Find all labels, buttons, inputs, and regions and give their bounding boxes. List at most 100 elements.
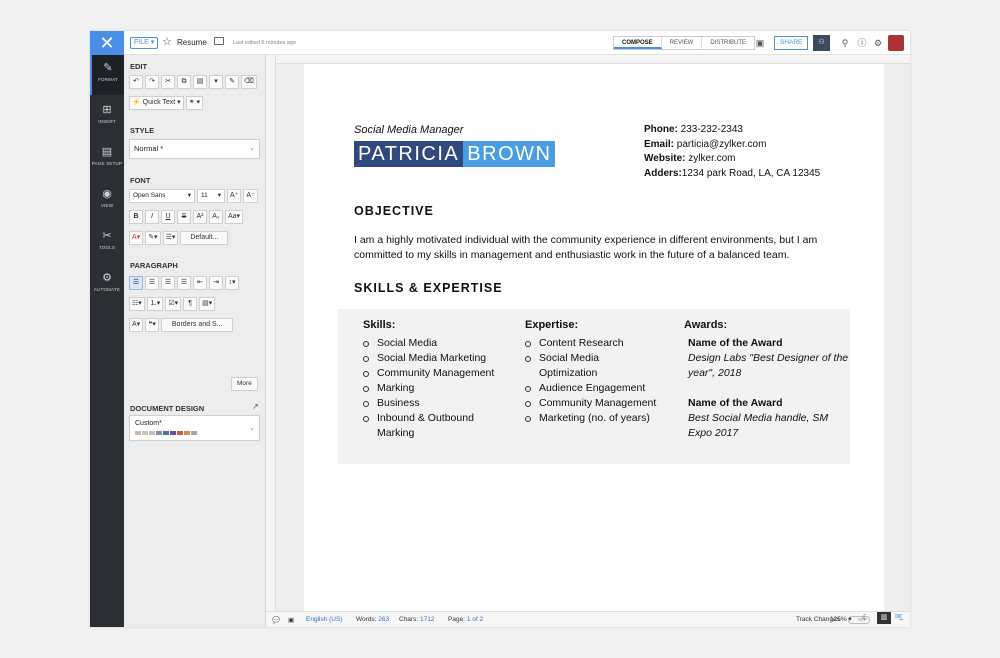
clear-format-icon[interactable]: ⌫	[241, 75, 257, 89]
night-mode-icon[interactable]: ☾	[862, 613, 869, 622]
document-name[interactable]: Resume	[177, 38, 207, 47]
copy-icon[interactable]: ⧉	[177, 75, 191, 89]
tab-distribute[interactable]: DISTRIBUTE	[702, 37, 754, 49]
file-menu-button[interactable]: FILE ▾	[130, 37, 159, 49]
address-line: Adders:1234 park Road, LA, CA 12345	[644, 167, 820, 182]
phone-line: Phone: 233-232-2343	[644, 123, 820, 138]
format-painter-icon[interactable]: ✎	[225, 75, 239, 89]
font-color-icon[interactable]: A▾	[129, 231, 144, 245]
rail-item-format[interactable]: ✎ FORMAT	[90, 55, 124, 95]
external-link-icon[interactable]: ↗	[252, 402, 259, 411]
page-indicator[interactable]: Page: 1 of 2	[448, 616, 483, 623]
more-button[interactable]: More	[231, 377, 258, 391]
color-swatch	[142, 431, 148, 435]
star-icon[interactable]: ☆	[162, 35, 172, 48]
vertical-ruler[interactable]	[266, 55, 276, 611]
color-swatch	[156, 431, 162, 435]
share-button[interactable]: SHARE	[774, 36, 809, 50]
document-page[interactable]: Social Media Manager PATRICIA BROWN Phon…	[304, 64, 884, 611]
line-spacing-icon[interactable]: ↕▾	[225, 276, 239, 290]
rail-item-tools[interactable]: ✂ TOOLS	[90, 223, 124, 263]
justify-icon[interactable]: ☰	[177, 276, 191, 290]
borders-and-shading-button[interactable]: Borders and S...	[161, 318, 234, 332]
chars-value: 1712	[419, 616, 435, 623]
mail-icon[interactable]: ✉	[895, 612, 902, 621]
settings-gear-icon[interactable]: ⚙	[871, 36, 885, 50]
collaborators-icon[interactable]: ⚇	[813, 35, 830, 51]
font-family-select[interactable]: Open Sans ▾	[129, 189, 195, 203]
list-item: Community Management	[363, 366, 503, 381]
superscript-icon[interactable]: A²	[193, 210, 207, 224]
list-row: ☷▾ ⒈▾ ☑▾ ¶ ▤▾	[129, 297, 216, 311]
increase-font-icon[interactable]: A⁺	[227, 189, 242, 203]
rail-label: VIEW	[100, 203, 114, 208]
info-icon[interactable]: ⓘ	[855, 36, 869, 50]
cut-icon[interactable]: ✂	[161, 75, 175, 89]
reading-view-icon[interactable]: ▥	[877, 612, 891, 624]
award-title: Name of the Award	[688, 337, 783, 349]
decrease-font-icon[interactable]: A⁻	[243, 189, 258, 203]
zoom-value: 125%	[830, 616, 847, 623]
tab-review[interactable]: REVIEW	[662, 37, 703, 49]
folder-icon[interactable]	[214, 37, 224, 45]
align-left-icon[interactable]: ☰	[129, 276, 143, 290]
rail-item-view[interactable]: ◉ VIEW	[90, 181, 124, 221]
quick-text-button[interactable]: ⚡ Quick Text ▾	[129, 96, 184, 110]
rail-item-insert[interactable]: ⊞ INSERT	[90, 97, 124, 137]
bullet-list-icon[interactable]: ☷▾	[129, 297, 145, 311]
address-label: Adders:	[644, 167, 682, 179]
default-button[interactable]: Default...	[180, 231, 229, 245]
tab-compose[interactable]: COMPOSE	[614, 37, 662, 49]
checklist-icon[interactable]: ☑▾	[165, 297, 182, 311]
italic-icon[interactable]: I	[145, 210, 159, 224]
edit-toolbar-row: ↶ ↷ ✂ ⧉ ▤ ▾ ✎ ⌫	[129, 75, 257, 89]
award-title: Name of the Award	[688, 397, 783, 409]
quote-icon[interactable]: ❝▾	[145, 318, 160, 332]
color-swatch	[177, 431, 183, 435]
align-right-icon[interactable]: ☰	[161, 276, 175, 290]
bold-icon[interactable]: B	[129, 210, 143, 224]
chat-icon[interactable]: ▣	[753, 36, 767, 50]
subscript-icon[interactable]: A₂	[209, 210, 223, 224]
paste-icon[interactable]: ▤	[193, 75, 207, 89]
rail-item-automate[interactable]: ⚙ AUTOMATE	[90, 265, 124, 305]
design-value: Custom*	[135, 420, 162, 427]
strikethrough-icon[interactable]: S	[177, 210, 191, 224]
zoom-selector[interactable]: 125% ▾	[830, 615, 852, 623]
redo-icon[interactable]: ↷	[145, 75, 159, 89]
highlight-color-icon[interactable]: ✎▾	[145, 231, 161, 245]
insert-icon: ⊞	[102, 104, 112, 116]
paste-options-chevron-icon[interactable]: ▾	[209, 75, 223, 89]
note-icon[interactable]: ▣	[288, 616, 294, 624]
change-case-icon[interactable]: Aa▾	[225, 210, 244, 224]
comment-icon[interactable]: 💬	[272, 616, 280, 624]
user-search-icon[interactable]: ⚲	[838, 36, 852, 50]
numbered-list-icon[interactable]: ⒈▾	[146, 297, 164, 311]
chevron-down-icon: ⌄	[249, 145, 255, 152]
align-center-icon[interactable]: ☰	[145, 276, 159, 290]
objective-text: I am a highly motivated individual with …	[354, 234, 818, 261]
rail-item-page-setup[interactable]: ▤ PAGE SETUP	[90, 139, 124, 179]
language-selector[interactable]: English (US)	[306, 616, 342, 623]
text-effects-icon[interactable]: ☰▾	[162, 231, 179, 245]
pilcrow-icon[interactable]: ¶	[183, 297, 198, 311]
expertise-column: Expertise: Content Research Social Media…	[525, 319, 675, 426]
user-avatar[interactable]	[888, 35, 904, 51]
underline-icon[interactable]: U	[161, 210, 175, 224]
font-size-select[interactable]: 11 ▾	[197, 189, 225, 203]
color-swatch	[191, 431, 197, 435]
horizontal-ruler[interactable]	[276, 55, 910, 64]
style-select[interactable]: Normal * ⌄	[129, 139, 260, 159]
paragraph-spacing-icon[interactable]: ▤▾	[199, 297, 216, 311]
undo-icon[interactable]: ↶	[129, 75, 143, 89]
status-bar: 💬 ▣ English (US) Words: 263 Chars: 1712 …	[266, 611, 910, 627]
chevron-down-icon: ⌄	[249, 425, 255, 432]
alignment-row: ☰ ☰ ☰ ☰ ⇤ ⇥ ↕▾	[129, 276, 239, 290]
format-panel: EDIT ↶ ↷ ✂ ⧉ ▤ ▾ ✎ ⌫ ⚡ Quick Text ▾ ⚭ ▾ …	[124, 55, 266, 627]
find-icon[interactable]: ⚭ ▾	[185, 96, 204, 110]
close-icon[interactable]: ✕	[90, 31, 124, 55]
drop-cap-icon[interactable]: A▾	[129, 318, 144, 332]
document-design-select[interactable]: Custom* ⌄	[129, 415, 260, 441]
indent-increase-icon[interactable]: ⇥	[209, 276, 223, 290]
indent-decrease-icon[interactable]: ⇤	[193, 276, 207, 290]
